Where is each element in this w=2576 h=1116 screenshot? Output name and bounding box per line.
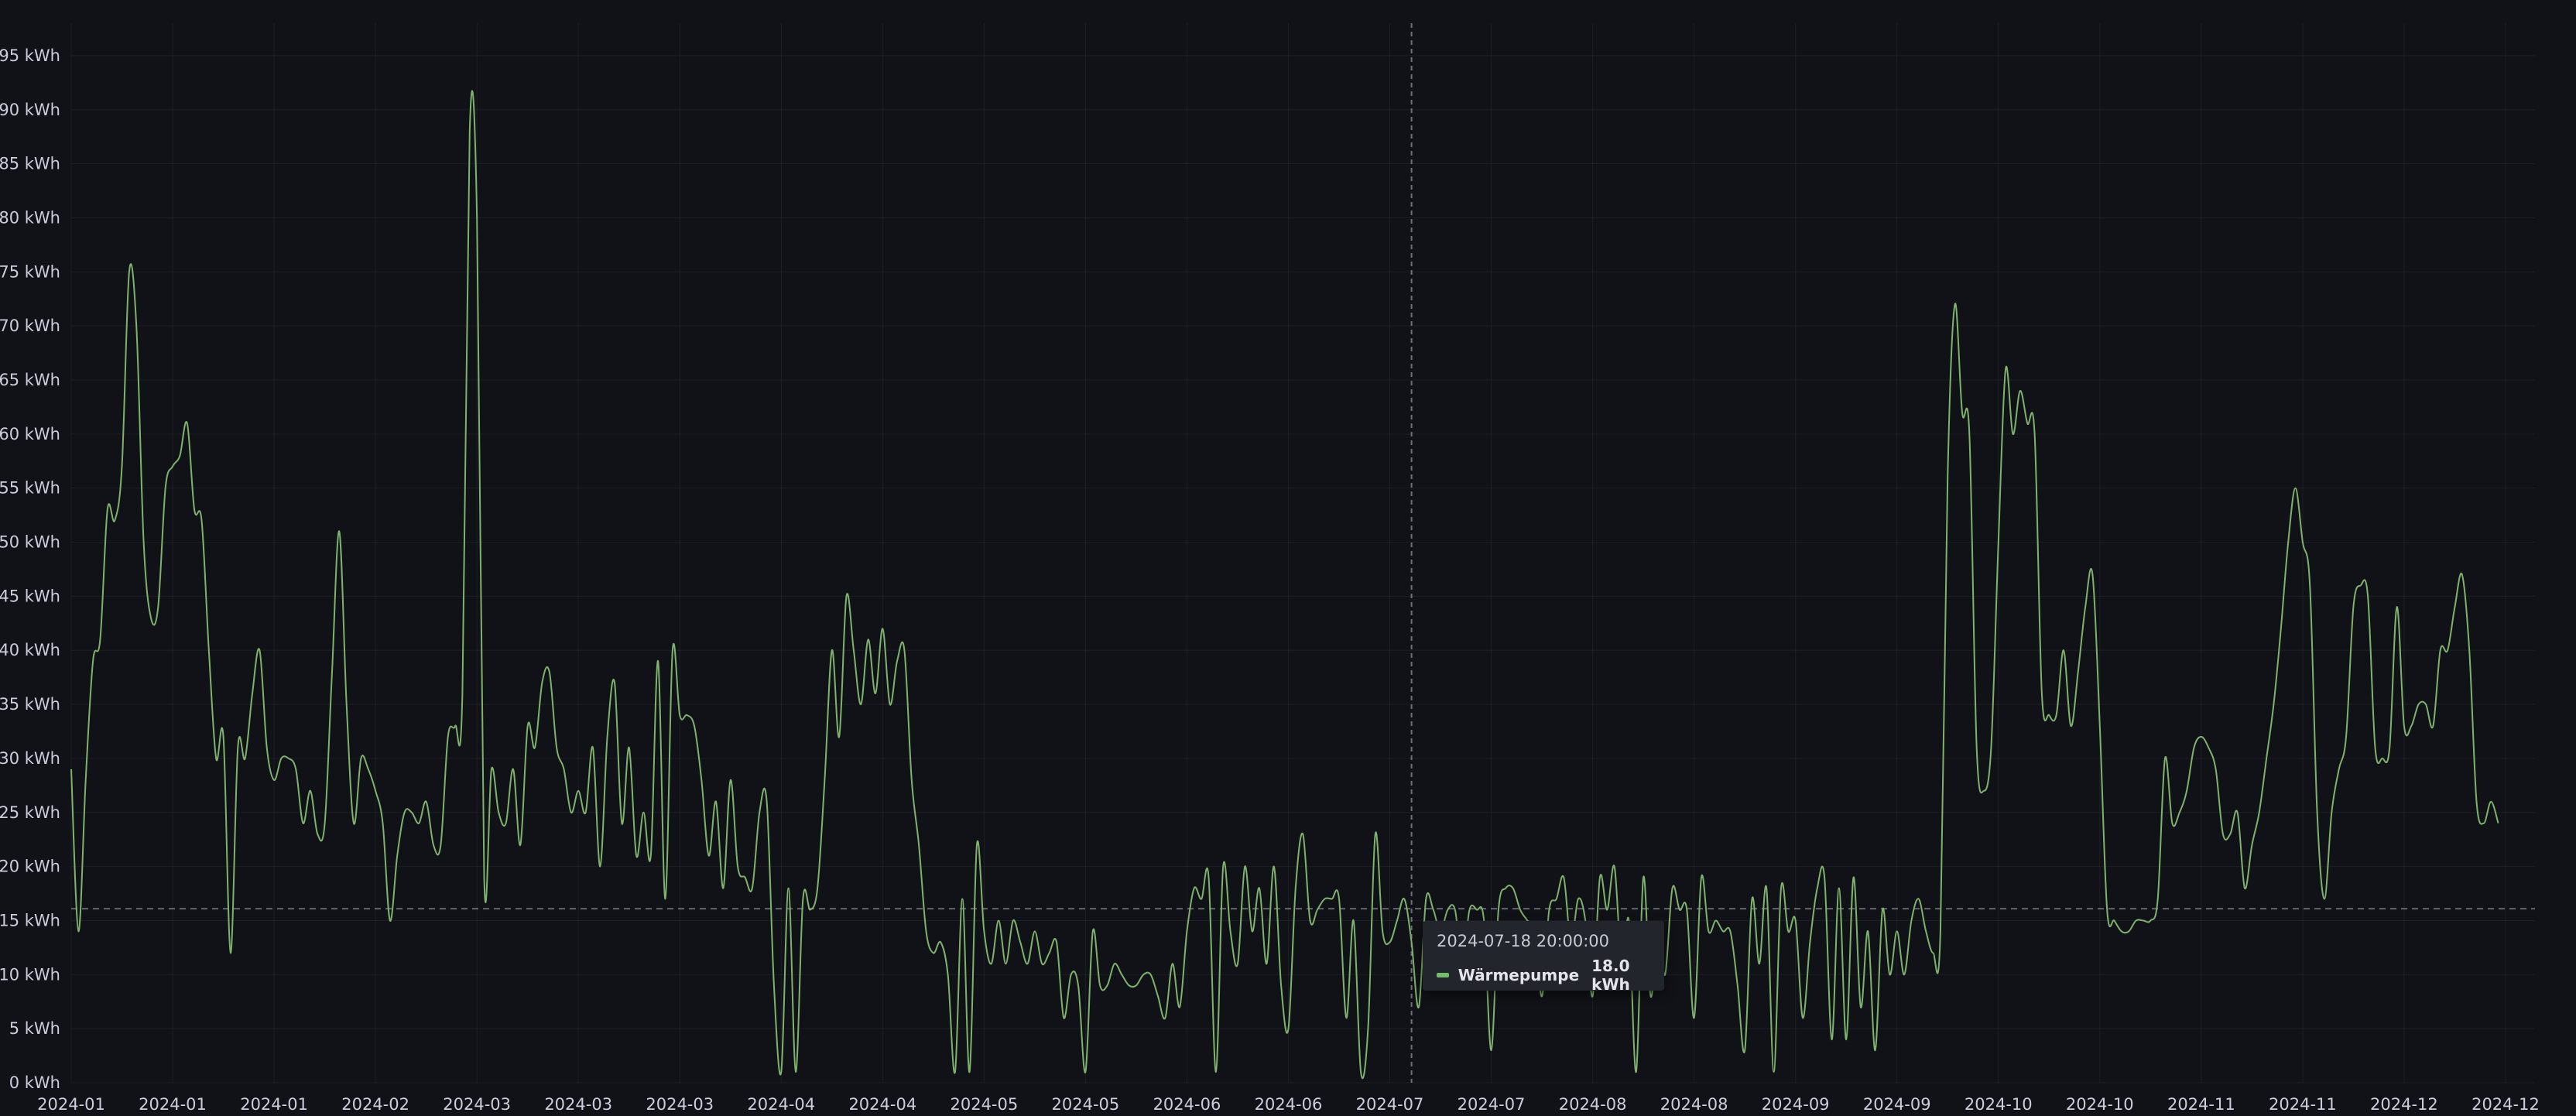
x-tick-label: 2024-07 [1458,1095,1526,1114]
x-tick-label: 2024-04 [747,1095,815,1114]
y-tick-label: 35 kWh [0,695,60,714]
y-tick-label: 50 kWh [0,533,60,552]
x-tick-label: 2024-11 [2167,1095,2235,1114]
x-tick-label: 2024-07 [1356,1095,1424,1114]
y-tick-label: 55 kWh [0,479,60,498]
x-tick-label: 2024-02 [341,1095,409,1114]
y-tick-label: 70 kWh [0,317,60,335]
y-tick-label: 20 kWh [0,858,60,876]
y-axis: 0 kWh 5 kWh 10 kWh 15 kWh 20 kWh 25 kWh 30 kWh… [0,46,60,1092]
grid [70,23,2535,1083]
y-tick-label: 60 kWh [0,425,60,443]
y-tick-label: 0 kWh [9,1073,60,1092]
x-tick-label: 2024-09 [1863,1095,1931,1114]
tooltip-series-swatch [1437,973,1449,977]
x-tick-label: 2024-04 [848,1095,916,1114]
series-line[interactable] [70,90,2499,1080]
x-tick-label: 2024-05 [1052,1095,1120,1114]
tooltip-time: 2024-07-18 20:00:00 [1437,932,1610,950]
series-layer[interactable] [70,90,2499,1080]
x-tick-label: 2024-03 [443,1095,511,1114]
tooltip-series-name: Wärmepumpe [1458,966,1580,984]
x-tick-label: 2024-12 [2472,1095,2540,1114]
x-tick-label: 2024-06 [1153,1095,1221,1114]
x-tick-label: 2024-10 [2066,1095,2134,1114]
x-tick-label: 2024-11 [2269,1095,2337,1114]
tooltip-series-value: 18.0 kWh [1591,957,1630,994]
y-tick-label: 25 kWh [0,803,60,822]
x-tick-label: 2024-06 [1255,1095,1323,1114]
hover-tooltip: 2024-07-18 20:00:00 Wärmepumpe 18.0 kWh [1423,921,1664,994]
x-tick-label: 2024-09 [1762,1095,1830,1114]
y-tick-label: 65 kWh [0,371,60,389]
x-tick-label: 2024-10 [1965,1095,2033,1114]
x-tick-label: 2024-05 [950,1095,1018,1114]
y-tick-label: 10 kWh [0,965,60,984]
x-tick-label: 2024-08 [1559,1095,1627,1114]
y-tick-label: 80 kWh [0,208,60,227]
x-tick-label: 2024-03 [544,1095,612,1114]
y-tick-label: 45 kWh [0,587,60,605]
y-tick-label: 40 kWh [0,641,60,659]
y-tick-label: 85 kWh [0,155,60,173]
y-tick-label: 90 kWh [0,101,60,119]
y-tick-label: 15 kWh [0,911,60,929]
y-tick-label: 75 kWh [0,262,60,281]
x-tick-label: 2024-12 [2370,1095,2438,1114]
x-axis: 2024-01 2024-01 2024-01 2024-02 2024-03 2024-… [37,1095,2540,1114]
line-chart[interactable]: 0 kWh 5 kWh 10 kWh 15 kWh 20 kWh 25 kWh 30 kWh… [0,0,2576,1116]
y-tick-label: 5 kWh [9,1019,60,1038]
x-tick-label: 2024-08 [1660,1095,1728,1114]
tooltip-series-row: Wärmepumpe 18.0 kWh [1437,957,1650,994]
chart-panel[interactable]: 0 kWh 5 kWh 10 kWh 15 kWh 20 kWh 25 kWh 30 kWh… [0,0,2576,1116]
x-tick-label: 2024-01 [139,1095,207,1114]
x-tick-label: 2024-03 [646,1095,714,1114]
x-tick-label: 2024-01 [37,1095,105,1114]
y-tick-label: 95 kWh [0,46,60,65]
x-tick-label: 2024-01 [240,1095,308,1114]
y-tick-label: 30 kWh [0,749,60,768]
